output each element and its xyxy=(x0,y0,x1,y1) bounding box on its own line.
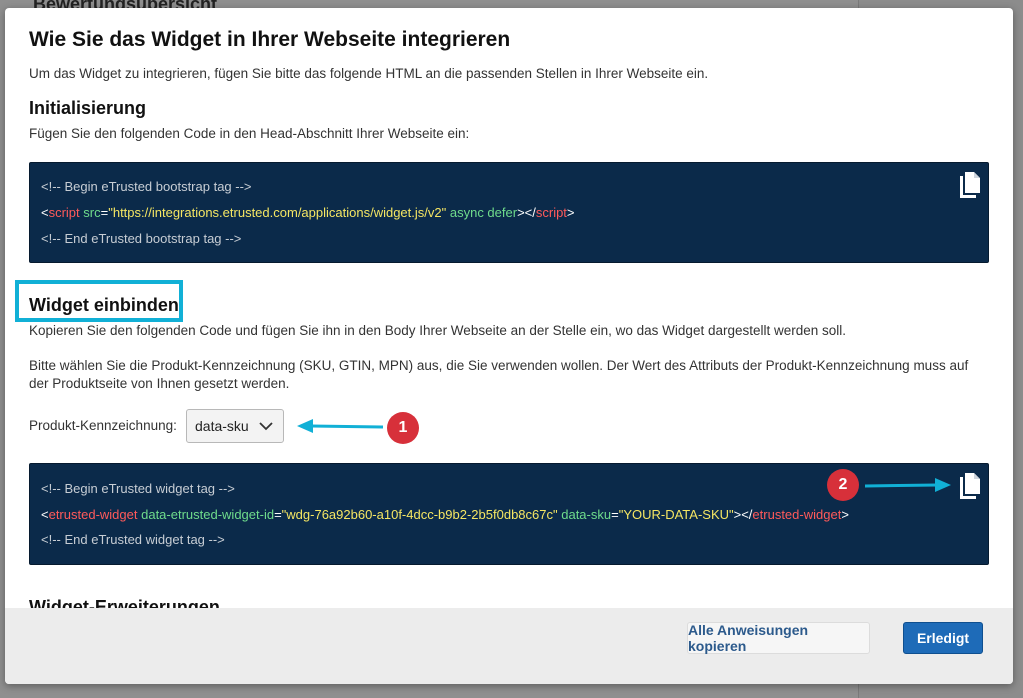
code-punct: < xyxy=(41,205,49,220)
extensions-heading: Widget-Erweiterungen xyxy=(29,597,220,608)
code-tag: script xyxy=(535,205,567,220)
code-widget-line: <etrusted-widget data-etrusted-widget-id… xyxy=(41,507,849,522)
code-tag: script xyxy=(48,205,80,220)
code-attr: data-etrusted-widget-id xyxy=(141,507,275,522)
copy-widget-code-button[interactable] xyxy=(958,472,982,500)
widget-note-line2: der Produktseite von Ihnen gesetzt werde… xyxy=(29,376,290,391)
code-comment-begin: <!-- Begin eTrusted widget tag --> xyxy=(41,481,235,496)
code-string: "YOUR-DATA-SKU" xyxy=(618,507,734,522)
code-punct: ></ xyxy=(517,205,536,220)
annotation-badge-2: 2 xyxy=(827,469,859,501)
code-comment-begin: <!-- Begin eTrusted bootstrap tag --> xyxy=(41,179,252,194)
init-code-block[interactable]: <!-- Begin eTrusted bootstrap tag --> <s… xyxy=(29,162,989,263)
code-script-line: <script src="https://integrations.etrust… xyxy=(41,205,575,220)
integration-modal: Wie Sie das Widget in Ihrer Webseite int… xyxy=(5,8,1013,684)
widget-description: Kopieren Sie den folgenden Code und füge… xyxy=(29,323,847,338)
background-scrollbar xyxy=(1013,0,1023,698)
code-punct: ></ xyxy=(733,507,753,522)
code-string: "wdg-76a92b60-a10f-4dcc-b9b2-2b5f0db8c67… xyxy=(281,507,558,522)
code-tag: etrusted-widget xyxy=(48,507,138,522)
code-comment-end: <!-- End eTrusted bootstrap tag --> xyxy=(41,231,242,246)
select-value: data-sku xyxy=(195,418,249,434)
modal-intro: Um das Widget zu integrieren, fügen Sie … xyxy=(29,66,709,81)
done-button[interactable]: Erledigt xyxy=(903,622,983,654)
widget-note-line1: Bitte wählen Sie die Produkt-Kennzeichnu… xyxy=(29,358,969,373)
init-heading: Initialisierung xyxy=(29,98,147,118)
init-description: Fügen Sie den folgenden Code in den Head… xyxy=(29,126,470,141)
code-punct: > xyxy=(841,507,849,522)
code-string: "https://integrations.etrusted.com/appli… xyxy=(108,205,447,220)
code-punct: > xyxy=(566,205,575,220)
widget-code-block[interactable]: <!-- Begin eTrusted widget tag --> <etru… xyxy=(29,463,989,565)
modal-content: Wie Sie das Widget in Ihrer Webseite int… xyxy=(5,8,1013,608)
code-comment-end: <!-- End eTrusted widget tag --> xyxy=(41,532,225,547)
widget-heading: Widget einbinden xyxy=(29,295,179,315)
copy-icon xyxy=(960,172,980,198)
code-attr: async defer xyxy=(449,205,518,220)
arrow-left-icon xyxy=(297,419,384,433)
select-label: Produkt-Kennzeichnung: xyxy=(29,418,177,433)
code-punct: = xyxy=(611,507,619,522)
arrow-right-icon xyxy=(864,478,951,492)
copy-init-code-button[interactable] xyxy=(958,171,982,199)
code-attr: data-sku xyxy=(561,507,612,522)
copy-icon xyxy=(960,473,980,499)
copy-all-instructions-button[interactable]: Alle Anweisungen kopieren xyxy=(687,622,870,654)
annotation-badge-1: 1 xyxy=(387,412,419,444)
product-identifier-select[interactable]: data-sku xyxy=(186,409,284,443)
modal-title: Wie Sie das Widget in Ihrer Webseite int… xyxy=(29,28,511,51)
code-tag: etrusted-widget xyxy=(752,507,842,522)
code-punct: = xyxy=(274,507,282,522)
code-punct: < xyxy=(41,507,49,522)
code-attr: src xyxy=(83,205,101,220)
chevron-down-icon xyxy=(259,422,273,431)
